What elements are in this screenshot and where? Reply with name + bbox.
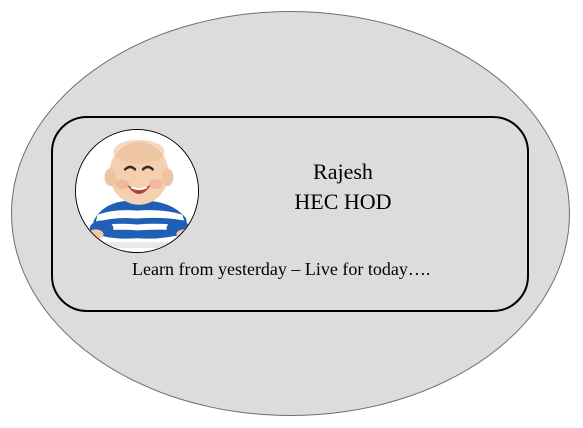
profile-title: HEC HOD: [294, 189, 392, 214]
avatar: [75, 129, 199, 253]
profile-quote: Learn from yesterday – Live for today….: [132, 259, 431, 279]
baby-photo-icon: [76, 130, 198, 252]
profile-name: Rajesh: [313, 159, 373, 184]
